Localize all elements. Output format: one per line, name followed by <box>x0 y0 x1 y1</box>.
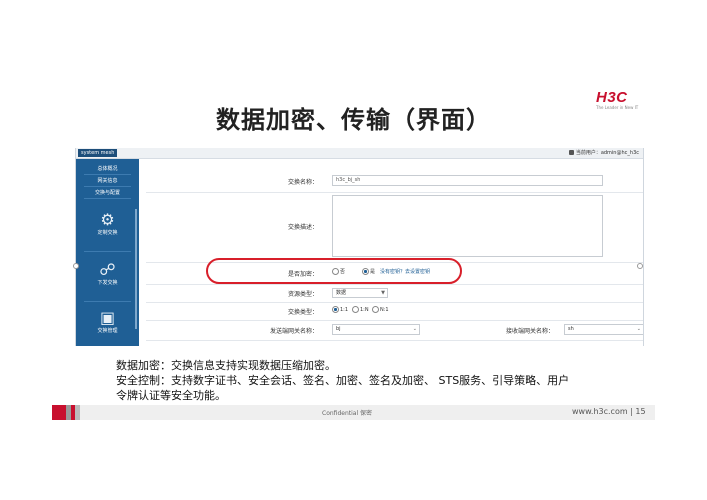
custom-exchange-icon: ⚙ <box>100 210 115 229</box>
sender-gateway-label: 发送端网关名称： <box>269 328 318 335</box>
footer-bar-grey <box>75 405 80 420</box>
exchange-form: 交换名称： h3c_bj_sh 交换描述： 是否加密： 否 是 没有密钥？去设置… <box>146 162 643 346</box>
logo-tagline: The Leader in New IT <box>596 105 639 110</box>
selection-handle <box>73 263 79 269</box>
form-row-gateways: 发送端网关名称： bj ⌄ 接收端网关名称： sh ⌄ <box>146 320 643 341</box>
body-line: 数据加密：交换信息支持实现数据压缩加密。 <box>116 359 336 372</box>
sidebar-item-gateway-info[interactable]: 网关信息 <box>84 176 131 187</box>
footer-confidential: Confidential 保密 <box>322 410 373 417</box>
exchange-type-1-1-radio[interactable]: 1:1 <box>332 306 348 314</box>
form-row-name: 交换名称： h3c_bj_sh <box>146 170 643 193</box>
form-row-resource: 资源类型： 数据 ▼ <box>146 284 643 303</box>
system-menu-button[interactable]: system mesh <box>78 149 118 157</box>
slide-footer: Confidential 保密 www.h3c.com | 15 <box>52 405 655 420</box>
exchange-type-n-1-radio[interactable]: N:1 <box>372 306 389 314</box>
exchange-type-1-n-radio[interactable]: 1:N <box>352 306 369 314</box>
exchange-manage-icon: ▣ <box>99 308 116 327</box>
chevron-down-icon: ⌄ <box>412 326 417 332</box>
slide-body: 数据加密：交换信息支持实现数据压缩加密。 安全控制：支持数字证书、安全会话、签名… <box>116 358 569 403</box>
user-icon <box>568 150 574 155</box>
chevron-down-icon: ⌄ <box>636 326 641 332</box>
sidebar-item-overview[interactable]: 总体概况 <box>84 164 131 175</box>
sidebar-item-label: 下发交换 <box>97 280 118 286</box>
sender-gateway-select[interactable]: bj ⌄ <box>332 324 420 335</box>
footer-bar-red <box>52 405 66 420</box>
receiver-gateway-label: 接收端网关名称： <box>505 328 554 335</box>
sidebar-item-label: 交换管理 <box>97 328 118 334</box>
sidebar-item-dispatch-exchange[interactable]: ☍ 下发交换 <box>84 260 131 287</box>
top-bar: system mesh 当前用户：admin@hc_h3c <box>76 148 643 159</box>
exchange-name-label: 交换名称： <box>287 179 318 186</box>
sidebar-scrollbar[interactable] <box>135 209 137 329</box>
page-number: | 15 <box>630 407 646 416</box>
sidebar-item-exchange-config[interactable]: 交换与配置 <box>84 188 131 199</box>
body-line: 令牌认证等安全功能。 <box>116 389 226 402</box>
sidebar-item-exchange-manage[interactable]: ▣ 交换管理 <box>84 308 131 335</box>
h3c-logo: H3C The Leader in New IT <box>596 90 642 110</box>
receiver-gateway-select[interactable]: sh ⌄ <box>564 324 643 335</box>
sidebar-item-label: 定制交换 <box>97 230 118 236</box>
sidebar: 总体概况 网关信息 交换与配置 ⚙ 定制交换 ☍ 下发交换 ▣ 交换管理 <box>76 159 139 346</box>
form-row-exchange-type: 交换类型： 1:1 1:N N:1 <box>146 302 643 321</box>
exchange-type-label: 交换类型： <box>287 309 318 316</box>
sidebar-item-custom-exchange[interactable]: ⚙ 定制交换 <box>84 210 131 237</box>
current-user-label: 当前用户：admin@hc_h3c <box>575 150 639 156</box>
resource-type-select[interactable]: 数据 ▼ <box>332 288 388 298</box>
body-line: 安全控制：支持数字证书、安全会话、签名、加密、签名及加密、 STS服务、引导策略… <box>116 374 570 387</box>
dispatch-exchange-icon: ☍ <box>99 260 116 279</box>
exchange-desc-textarea[interactable] <box>332 195 603 257</box>
form-row-desc: 交换描述： <box>146 192 643 263</box>
footer-url: www.h3c.com | 15 <box>572 407 646 416</box>
app-screenshot: system mesh 当前用户：admin@hc_h3c 总体概况 网关信息 … <box>75 148 644 346</box>
chevron-down-icon: ▼ <box>381 290 385 296</box>
selection-handle <box>637 263 643 269</box>
resource-type-label: 资源类型： <box>287 291 318 298</box>
exchange-desc-label: 交换描述： <box>287 224 318 231</box>
logo-wordmark: H3C <box>596 89 628 106</box>
current-user: 当前用户：admin@hc_h3c <box>568 149 639 157</box>
exchange-name-input[interactable]: h3c_bj_sh <box>332 175 603 186</box>
encrypt-highlight-oval <box>206 258 462 284</box>
